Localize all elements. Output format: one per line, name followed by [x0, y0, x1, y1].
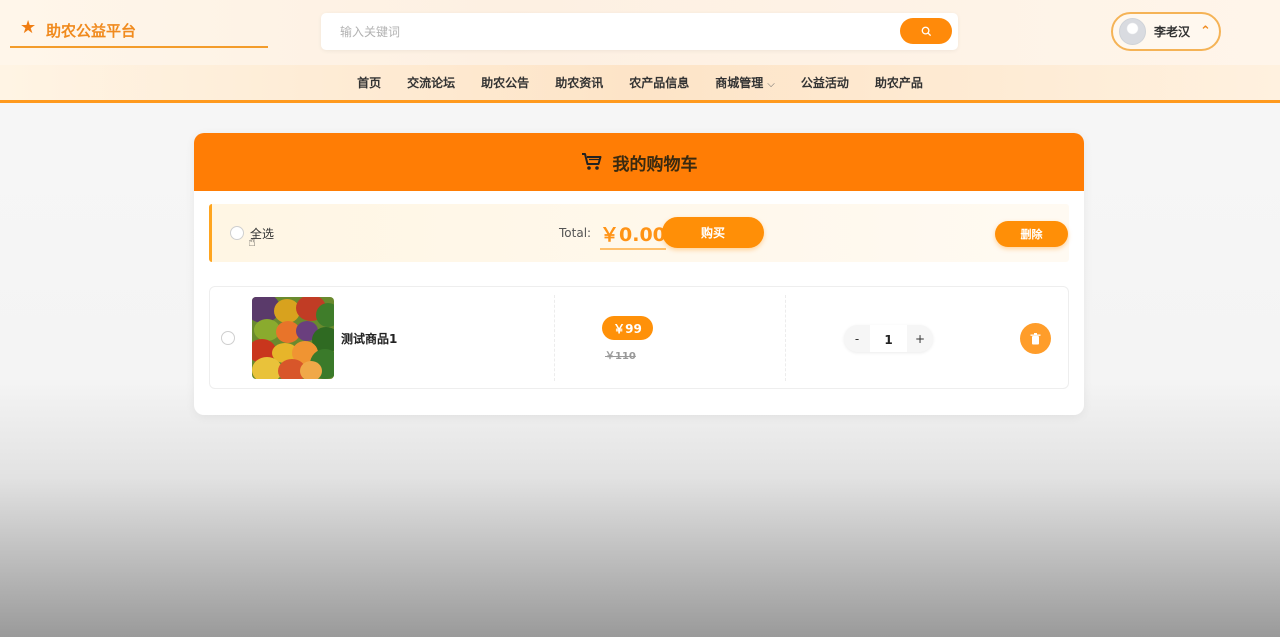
search-button[interactable]	[900, 18, 952, 44]
search-icon	[921, 26, 931, 36]
nav-home[interactable]: 首页	[357, 74, 381, 91]
user-menu[interactable]: 李老汉 ⌃	[1111, 12, 1221, 51]
total-label: Total:	[559, 226, 592, 240]
hand-cursor-icon: ☝	[248, 235, 256, 250]
page-title: 我的购物车	[612, 154, 698, 175]
main-nav: 首页 交流论坛 助农公告 助农资讯 农产品信息 商城管理 ⌵ 公益活动 助农产品	[0, 65, 1280, 103]
delete-item-button[interactable]	[1020, 323, 1051, 354]
user-name: 李老汉	[1154, 25, 1191, 39]
product-name[interactable]: 测试商品1	[341, 330, 397, 347]
logo-text: 助农公益平台	[46, 22, 137, 40]
collapse-icon: ⌃	[1200, 24, 1211, 39]
buy-button[interactable]: 购买	[662, 217, 764, 248]
cart-item-row: 测试商品1 ￥99 ￥110 - 1 +	[209, 286, 1069, 389]
search-input[interactable]: 输入关键词	[340, 23, 400, 40]
nav-mall-label: 商城管理	[715, 76, 764, 90]
quantity-input[interactable]: 1	[870, 325, 907, 352]
column-divider	[554, 295, 555, 381]
search-bar: 输入关键词	[321, 13, 958, 50]
price-badge: ￥99	[602, 316, 653, 340]
header: ★ 助农公益平台 输入关键词 李老汉 ⌃	[0, 0, 1280, 65]
decrease-button[interactable]: -	[844, 332, 870, 346]
cart-icon	[581, 153, 601, 170]
delete-button[interactable]: 删除	[995, 221, 1068, 247]
increase-button[interactable]: +	[907, 332, 933, 346]
nav-announcements[interactable]: 助农公告	[481, 74, 529, 91]
nav-product-info[interactable]: 农产品信息	[629, 74, 689, 91]
original-price: ￥110	[605, 351, 636, 362]
nav-forum[interactable]: 交流论坛	[407, 74, 455, 91]
cart-header: 我的购物车	[194, 133, 1084, 191]
product-image[interactable]	[252, 297, 334, 379]
nav-products[interactable]: 助农产品	[875, 74, 923, 91]
nav-charity[interactable]: 公益活动	[801, 74, 849, 91]
nav-news[interactable]: 助农资讯	[555, 74, 603, 91]
total-value: ￥0.00	[600, 220, 666, 250]
cart-card: 我的购物车 全选 ☝ Total: ￥0.00 购买 删除 测试商品1 ￥99 …	[194, 133, 1084, 415]
nav-mall-management[interactable]: 商城管理 ⌵	[715, 74, 775, 91]
chevron-down-icon: ⌵	[767, 79, 775, 90]
quantity-stepper: - 1 +	[844, 325, 933, 352]
avatar	[1119, 18, 1146, 45]
select-all-radio[interactable]	[230, 226, 244, 240]
trash-icon	[1030, 332, 1041, 344]
logo[interactable]: ★ 助农公益平台	[10, 18, 268, 48]
star-logo-icon: ★	[20, 17, 37, 38]
column-divider	[785, 295, 786, 381]
cart-toolbar: 全选 ☝ Total: ￥0.00 购买 删除	[209, 204, 1069, 262]
item-select-radio[interactable]	[221, 331, 235, 345]
